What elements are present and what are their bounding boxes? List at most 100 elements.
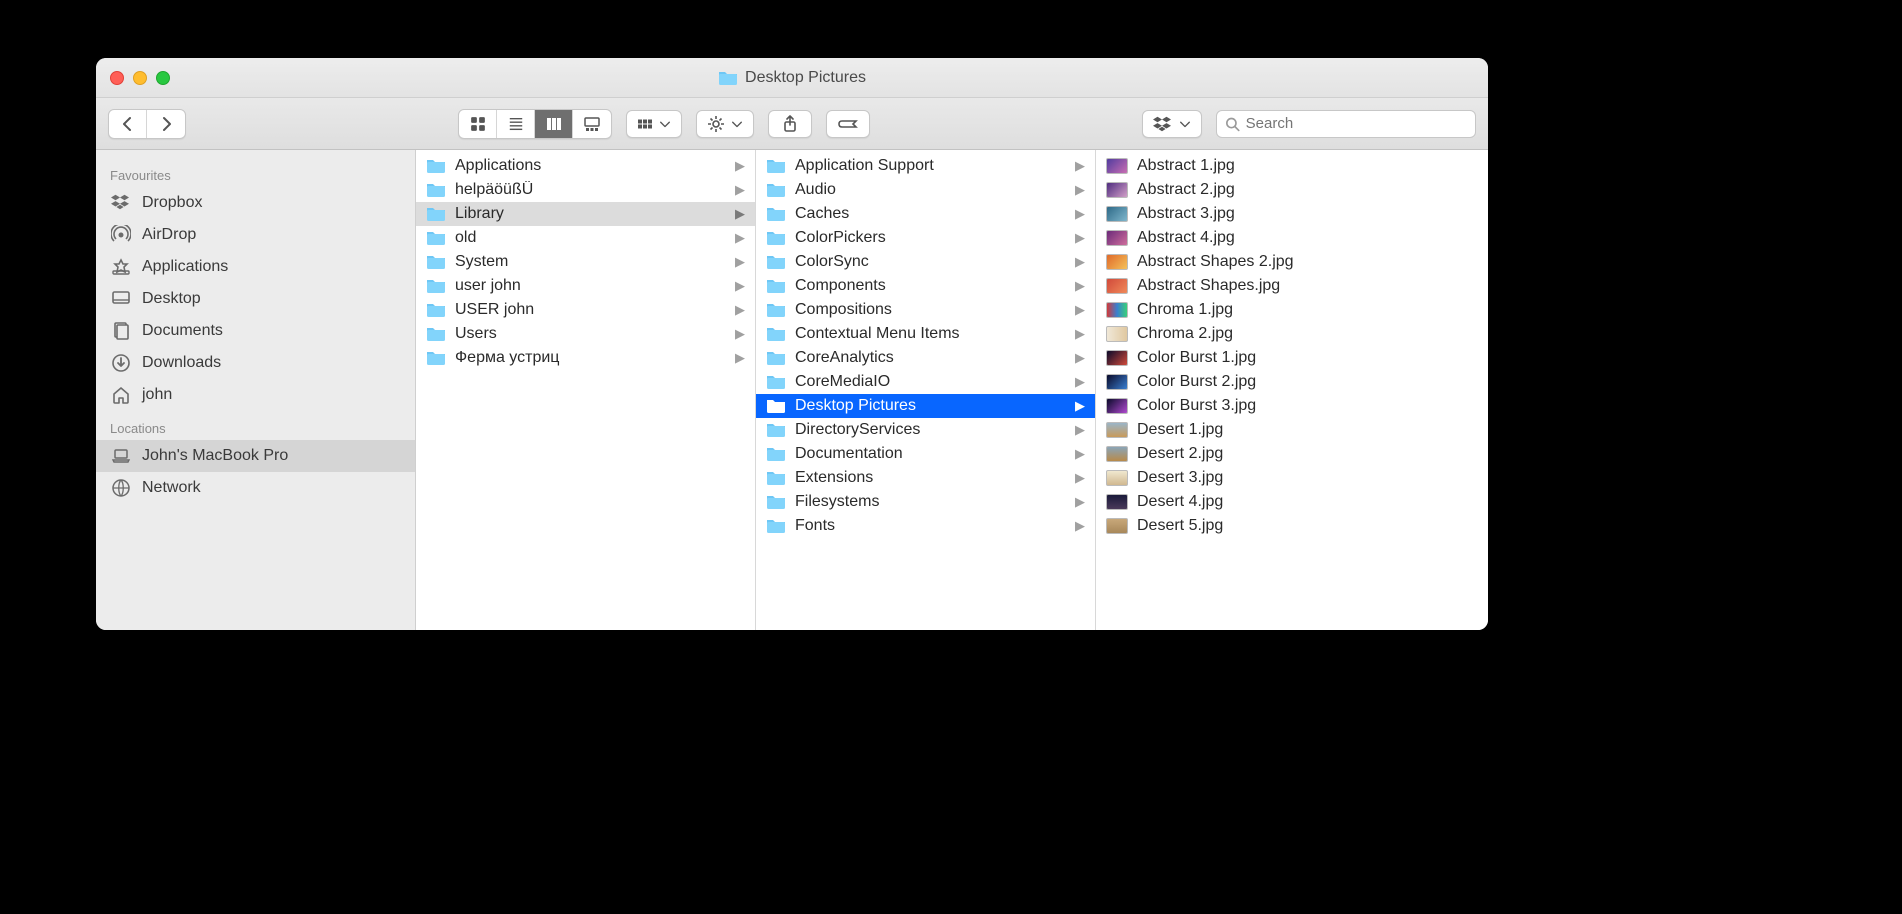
folder-row[interactable]: old▶ <box>416 226 755 250</box>
folder-row[interactable]: Users▶ <box>416 322 755 346</box>
search-icon <box>1225 116 1240 132</box>
minimize-button[interactable] <box>133 71 147 85</box>
folder-row[interactable]: CoreMediaIO▶ <box>756 370 1095 394</box>
folder-row[interactable]: Ферма устриц▶ <box>416 346 755 370</box>
file-row[interactable]: Abstract 1.jpg <box>1096 154 1488 178</box>
row-label: Applications <box>455 157 726 175</box>
list-view-button[interactable] <box>497 110 535 138</box>
file-row[interactable]: Chroma 1.jpg <box>1096 298 1488 322</box>
file-row[interactable]: Abstract 4.jpg <box>1096 226 1488 250</box>
folder-row[interactable]: USER john▶ <box>416 298 755 322</box>
folder-icon <box>766 182 786 198</box>
sidebar-item-airdrop[interactable]: AirDrop <box>96 219 415 251</box>
row-label: ColorPickers <box>795 229 1066 247</box>
folder-row[interactable]: Library▶ <box>416 202 755 226</box>
file-row[interactable]: Desert 3.jpg <box>1096 466 1488 490</box>
group-by-button[interactable] <box>626 110 682 138</box>
sidebar-item-documents[interactable]: Documents <box>96 315 415 347</box>
chevron-right-icon: ▶ <box>1075 398 1085 414</box>
file-row[interactable]: Abstract Shapes 2.jpg <box>1096 250 1488 274</box>
folder-icon <box>766 470 786 486</box>
file-row[interactable]: Abstract 2.jpg <box>1096 178 1488 202</box>
folder-row[interactable]: ColorSync▶ <box>756 250 1095 274</box>
file-row[interactable]: Chroma 2.jpg <box>1096 322 1488 346</box>
file-row[interactable]: Abstract Shapes.jpg <box>1096 274 1488 298</box>
folder-icon <box>766 254 786 270</box>
sidebar-item-applications[interactable]: Applications <box>96 251 415 283</box>
image-thumbnail <box>1106 278 1128 294</box>
file-row[interactable]: Abstract 3.jpg <box>1096 202 1488 226</box>
sidebar-item-downloads[interactable]: Downloads <box>96 347 415 379</box>
folder-row[interactable]: DirectoryServices▶ <box>756 418 1095 442</box>
chevron-right-icon: ▶ <box>1075 326 1085 342</box>
back-button[interactable] <box>109 110 147 138</box>
folder-row[interactable]: Audio ▶ <box>756 178 1095 202</box>
sidebar-item-dropbox[interactable]: Dropbox <box>96 187 415 219</box>
sidebar-item-john[interactable]: john <box>96 379 415 411</box>
image-thumbnail <box>1106 518 1128 534</box>
titlebar: Desktop Pictures <box>96 58 1488 98</box>
row-label: Desert 1.jpg <box>1137 421 1478 439</box>
file-row[interactable]: Desert 4.jpg <box>1096 490 1488 514</box>
gallery-view-button[interactable] <box>573 110 611 138</box>
folder-row[interactable]: Desktop Pictures▶ <box>756 394 1095 418</box>
sidebar-item-desktop[interactable]: Desktop <box>96 283 415 315</box>
column-view-button[interactable] <box>535 110 573 138</box>
action-button[interactable] <box>696 110 754 138</box>
close-button[interactable] <box>110 71 124 85</box>
forward-button[interactable] <box>147 110 185 138</box>
dropbox-button[interactable] <box>1142 110 1202 138</box>
file-row[interactable]: Color Burst 2.jpg <box>1096 370 1488 394</box>
folder-row[interactable]: Application Support▶ <box>756 154 1095 178</box>
folder-row[interactable]: Fonts▶ <box>756 514 1095 538</box>
file-row[interactable]: Desert 2.jpg <box>1096 442 1488 466</box>
row-label: Abstract Shapes.jpg <box>1137 277 1478 295</box>
chevron-right-icon: ▶ <box>1075 206 1085 222</box>
row-label: Components <box>795 277 1066 295</box>
folder-row[interactable]: Applications▶ <box>416 154 755 178</box>
sidebar-item-label: Desktop <box>142 290 201 308</box>
chevron-right-icon: ▶ <box>735 350 745 366</box>
folder-row[interactable]: Compositions▶ <box>756 298 1095 322</box>
folder-row[interactable]: ColorPickers▶ <box>756 226 1095 250</box>
file-row[interactable]: Desert 5.jpg <box>1096 514 1488 538</box>
folder-row[interactable]: helpäöüßÜ▶ <box>416 178 755 202</box>
column-1: Application Support▶Audio▶Caches▶ColorPi… <box>756 150 1096 630</box>
folder-row[interactable]: System▶ <box>416 250 755 274</box>
chevron-right-icon: ▶ <box>735 302 745 318</box>
folder-row[interactable]: Filesystems▶ <box>756 490 1095 514</box>
folder-icon <box>426 326 446 342</box>
documents-icon <box>110 321 132 341</box>
fullscreen-button[interactable] <box>156 71 170 85</box>
row-label: Audio <box>795 181 1066 199</box>
dropbox-icon <box>110 193 132 213</box>
folder-icon <box>426 158 446 174</box>
search-field[interactable] <box>1216 110 1476 138</box>
folder-row[interactable]: Extensions▶ <box>756 466 1095 490</box>
folder-row[interactable]: user john▶ <box>416 274 755 298</box>
file-row[interactable]: Desert 1.jpg <box>1096 418 1488 442</box>
chevron-right-icon: ▶ <box>1075 182 1085 198</box>
row-label: DirectoryServices <box>795 421 1066 439</box>
file-row[interactable]: Color Burst 3.jpg <box>1096 394 1488 418</box>
downloads-icon <box>110 353 132 373</box>
column-2: Abstract 1.jpgAbstract 2.jpgAbstract 3.j… <box>1096 150 1488 630</box>
sidebar-item-network[interactable]: Network <box>96 472 415 504</box>
folder-icon <box>426 182 446 198</box>
share-button[interactable] <box>768 110 812 138</box>
folder-row[interactable]: CoreAnalytics▶ <box>756 346 1095 370</box>
file-row[interactable]: Color Burst 1.jpg <box>1096 346 1488 370</box>
folder-row[interactable]: Contextual Menu Items▶ <box>756 322 1095 346</box>
sidebar-item-john-s-macbook-pro[interactable]: John's MacBook Pro <box>96 440 415 472</box>
tags-button[interactable] <box>826 110 870 138</box>
search-input[interactable] <box>1246 115 1467 132</box>
folder-row[interactable]: Documentation▶ <box>756 442 1095 466</box>
folder-row[interactable]: Components▶ <box>756 274 1095 298</box>
folder-icon <box>426 350 446 366</box>
icon-view-icon <box>470 116 486 132</box>
traffic-lights <box>96 71 170 85</box>
folder-row[interactable]: Caches▶ <box>756 202 1095 226</box>
icon-view-button[interactable] <box>459 110 497 138</box>
row-label: Library <box>455 205 726 223</box>
row-label: Compositions <box>795 301 1066 319</box>
